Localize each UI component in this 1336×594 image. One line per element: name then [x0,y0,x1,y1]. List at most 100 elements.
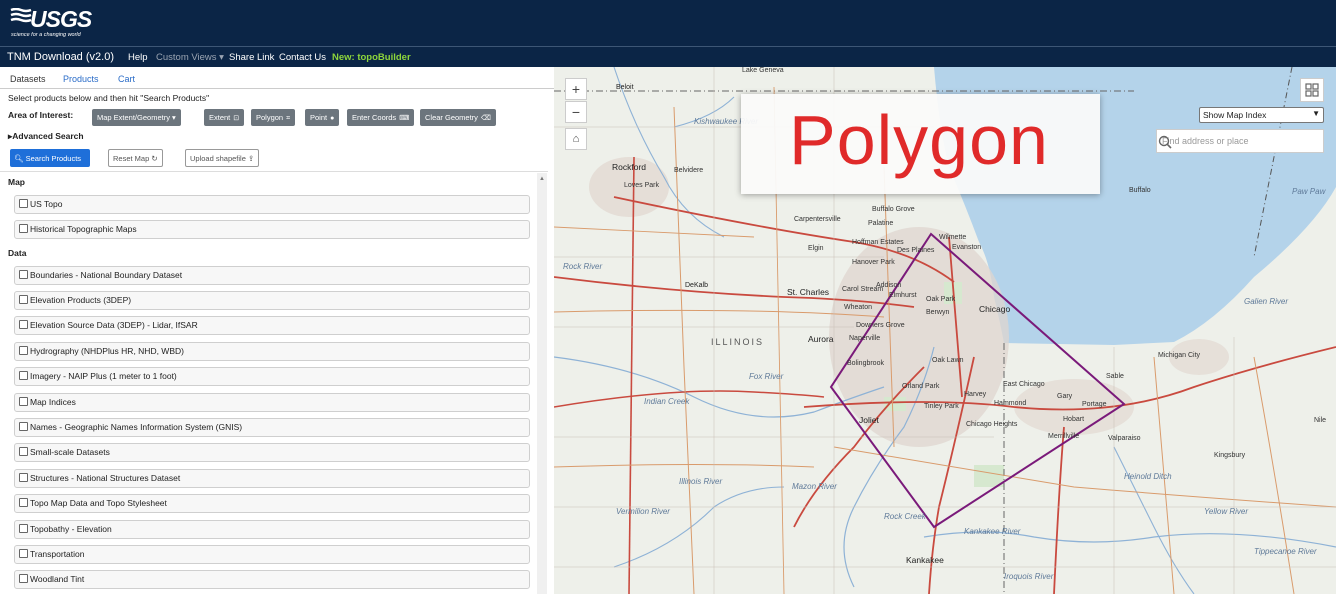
dataset-item-map-indices[interactable]: Map Indices [14,393,530,412]
nav-topobuilder[interactable]: New: topoBuilder [332,52,411,63]
dataset-checkbox[interactable] [19,371,28,380]
dataset-checkbox[interactable] [19,422,28,431]
address-search-box[interactable]: Find address or place [1156,129,1324,153]
map-label: Gary [1057,393,1073,400]
enter-coords-button[interactable]: Enter Coords ⌨ [347,109,415,126]
nav-help[interactable]: Help [128,52,148,63]
map-label: Michigan City [1158,352,1201,359]
reset-map-label: Reset Map [113,154,150,163]
dataset-checkbox[interactable] [19,320,28,329]
dataset-checkbox[interactable] [19,473,28,482]
nav-share-link[interactable]: Share Link [229,52,274,63]
dataset-checkbox[interactable] [19,224,28,233]
nav-custom-views[interactable]: Custom Views ▾ [156,52,224,63]
dataset-item-structures[interactable]: Structures - National Structures Dataset [14,469,530,488]
map-label: Tippecanoe River [1254,547,1317,556]
upload-icon: ⇪ [247,154,255,163]
dataset-checkbox[interactable] [19,397,28,406]
map-extent-geometry-dropdown[interactable]: Map Extent/Geometry ▾ [92,109,181,126]
basemap-gallery-button[interactable] [1300,78,1324,102]
polygon-overlay-banner: Polygon [741,94,1100,194]
search-products-button[interactable]: 🔍︎ Search Products [10,149,90,167]
zoom-in-button[interactable]: + [565,78,587,100]
map-label: Buffalo Grove [872,206,915,213]
dataset-checkbox[interactable] [19,295,28,304]
dataset-label: Topo Map Data and Topo Stylesheet [30,498,167,508]
map-label: Bolingbrook [847,360,884,367]
map-label: Rock Creek [884,512,926,521]
clear-geometry-label: Clear Geometry [425,113,478,122]
map-label: St. Charles [787,287,830,297]
upload-shapefile-button[interactable]: Upload shapefile ⇪ [185,149,260,167]
map-index-select[interactable]: Show Map Index ▼ [1199,107,1324,123]
reset-map-button[interactable]: Reset Map ↻ [108,149,163,167]
dataset-item-names-gnis[interactable]: Names - Geographic Names Information Sys… [14,418,530,437]
dataset-item-small-scale[interactable]: Small-scale Datasets [14,443,530,462]
clear-geometry-button[interactable]: Clear Geometry ⌫ [420,109,496,126]
dataset-item-boundaries[interactable]: Boundaries - National Boundary Dataset [14,266,530,285]
eraser-icon: ⌫ [480,115,491,122]
address-search-placeholder: Find address or place [1162,136,1249,146]
usgs-logo[interactable]: USGS science for a changing world [10,4,102,40]
usgs-logo-mark-icon [10,8,32,23]
dataset-checkbox[interactable] [19,574,28,583]
dataset-checkbox[interactable] [19,549,28,558]
home-icon[interactable]: ⌂ [565,128,587,150]
map-label: Hobart [1063,416,1085,423]
dataset-item-woodland-tint[interactable]: Woodland Tint [14,570,530,589]
dataset-label: Elevation Source Data (3DEP) - Lidar, If… [30,320,198,330]
zoom-out-button[interactable]: − [565,101,587,123]
dataset-label: Transportation [30,549,85,559]
map-label: Illinois River [679,477,723,486]
advanced-search-toggle[interactable]: ▸Advanced Search [8,131,84,142]
search-icon[interactable] [1157,134,1173,150]
dataset-item-transportation[interactable]: Transportation [14,545,530,564]
map-label: Naperville [849,335,881,342]
map-view[interactable]: Lake Geneva Beloit Kishwaukee River Rock… [554,67,1336,594]
dataset-checkbox[interactable] [19,199,28,208]
map-index-select-value: Show Map Index [1203,110,1267,120]
dataset-checkbox[interactable] [19,498,28,507]
map-label: Des Plaines [897,247,935,254]
dataset-item-imagery[interactable]: Imagery - NAIP Plus (1 meter to 1 foot) [14,367,530,386]
dataset-label: Topobathy - Elevation [30,524,112,534]
map-label: Aurora [808,334,834,344]
map-label: Tinley Park [924,403,959,410]
dataset-label: Woodland Tint [30,574,85,584]
point-button[interactable]: Point ● [305,109,340,126]
dataset-checkbox[interactable] [19,524,28,533]
map-label: Hammond [994,400,1027,407]
dataset-item-elevation-products[interactable]: Elevation Products (3DEP) [14,291,530,310]
dataset-checkbox[interactable] [19,270,28,279]
dataset-label: Boundaries - National Boundary Dataset [30,270,183,280]
extent-label: Extent [209,113,231,122]
dataset-item-topo-map-data[interactable]: Topo Map Data and Topo Stylesheet [14,494,530,513]
dataset-item-hydrography[interactable]: Hydrography (NHDPlus HR, NHD, WBD) [14,342,530,361]
map-label: Kankakee River [964,527,1021,536]
tab-datasets[interactable]: Datasets [10,74,46,84]
dataset-item-topobathy[interactable]: Topobathy - Elevation [14,520,530,539]
chevron-down-icon: ▼ [1312,109,1320,118]
map-label: Fox River [749,372,784,381]
list-divider [0,171,548,172]
extent-button[interactable]: Extent ⊡ [204,109,245,126]
map-label: Berwyn [926,309,950,316]
map-label: Oak Lawn [932,357,964,364]
nav-contact-us[interactable]: Contact Us [279,52,326,63]
area-of-interest-label: Area of Interest: [8,110,74,120]
dataset-checkbox[interactable] [19,447,28,456]
upload-shapefile-label: Upload shapefile [190,154,246,163]
dataset-item-us-topo[interactable]: US Topo [14,195,530,214]
scroll-up-arrow-icon[interactable]: ▲ [539,176,545,182]
dataset-label: Names - Geographic Names Information Sys… [30,422,243,432]
app-title[interactable]: TNM Download (v2.0) [7,51,114,63]
dataset-item-historical-topo[interactable]: Historical Topographic Maps [14,220,530,239]
tab-products[interactable]: Products [63,74,99,84]
dataset-checkbox[interactable] [19,346,28,355]
extent-icon: ⊡ [233,115,240,122]
map-label: Wheaton [844,304,873,311]
tab-cart[interactable]: Cart [118,74,135,84]
panel-scrollbar[interactable] [537,173,547,594]
dataset-item-elevation-source[interactable]: Elevation Source Data (3DEP) - Lidar, If… [14,316,530,335]
polygon-button[interactable]: Polygon ⌗ [251,109,296,126]
